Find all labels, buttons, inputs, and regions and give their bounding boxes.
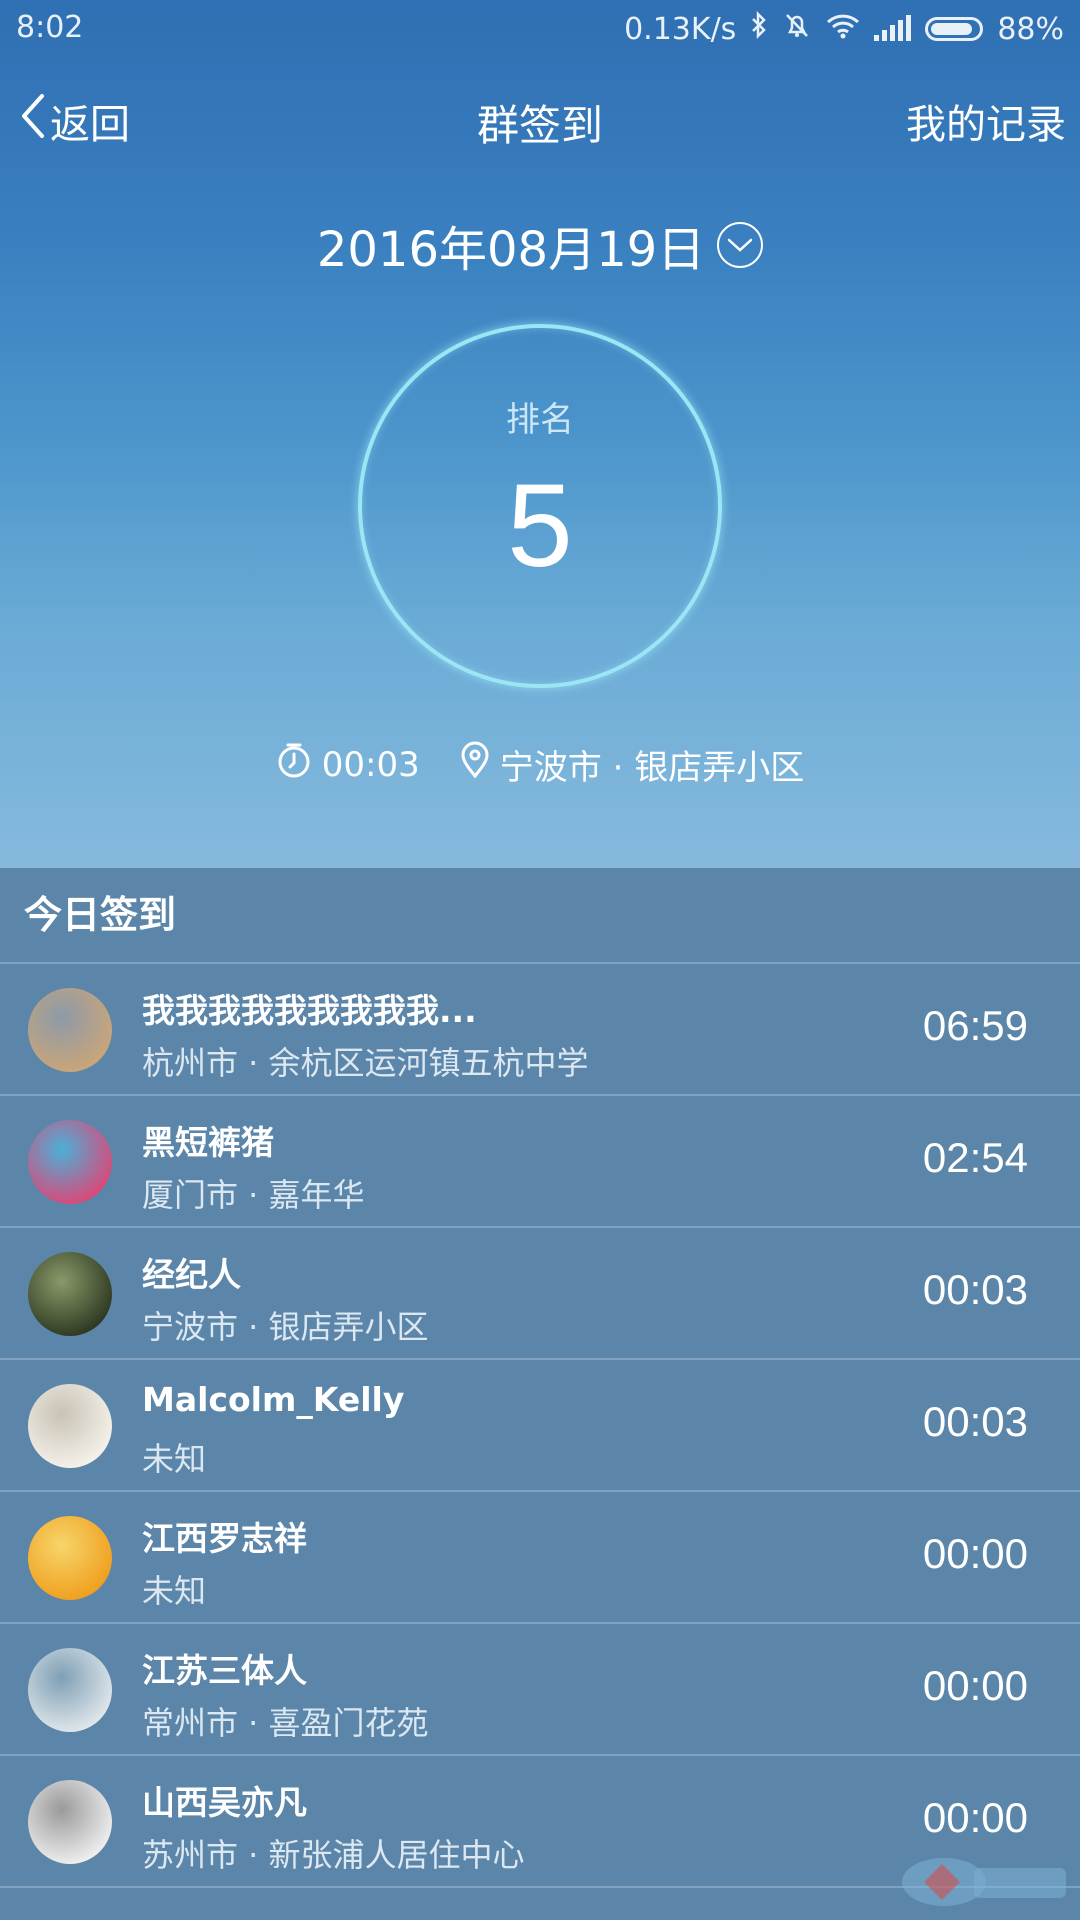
- checkin-time: 06:59: [922, 1002, 1028, 1049]
- list-item[interactable]: 我我我我我我我我我... 杭州市 · 余杭区运河镇五杭中学 06:59: [0, 964, 1080, 1096]
- rank-circle: 排名 5: [358, 324, 722, 688]
- user-name: 我我我我我我我我我...: [142, 991, 477, 1030]
- user-name: 山西吴亦凡: [142, 1783, 307, 1822]
- user-name: Malcolm_Kelly: [142, 1380, 405, 1419]
- user-name: 经纪人: [142, 1255, 241, 1294]
- list-header: 今日签到: [0, 868, 1080, 964]
- user-location: 宁波市 · 银店弄小区: [142, 1308, 429, 1346]
- wifi-icon: [826, 12, 860, 47]
- checkin-time: 00:03: [922, 1266, 1028, 1313]
- avatar[interactable]: [28, 988, 112, 1072]
- list-item[interactable]: 江苏三体人常州市 · 喜盈门花苑 00:00: [0, 1624, 1080, 1756]
- battery-icon: [925, 17, 984, 41]
- battery-percent: 88%: [997, 11, 1064, 47]
- battery-level-fill: [931, 23, 972, 35]
- user-name: 江西罗志祥: [142, 1519, 307, 1558]
- list-item[interactable]: Malcolm_Kelly 未知 00:03: [0, 1360, 1080, 1492]
- avatar[interactable]: [28, 1780, 112, 1864]
- avatar[interactable]: [28, 1516, 112, 1600]
- list-items: 我我我我我我我我我... 杭州市 · 余杭区运河镇五杭中学 06:59 黑短裤猪厦门市…: [0, 964, 1080, 1888]
- avatar[interactable]: [28, 1120, 112, 1204]
- bluetooth-icon: [750, 10, 768, 47]
- checkin-info: 00:03 宁波市 · 银店弄小区: [0, 740, 1080, 789]
- status-bar: 8:02 0.13K/s 88%: [0, 0, 1080, 56]
- checkin-time: 00:00: [922, 1530, 1028, 1577]
- list-item[interactable]: 经纪人宁波市 · 银店弄小区 00:03: [0, 1228, 1080, 1360]
- avatar[interactable]: [28, 1252, 112, 1336]
- rank-value: 5: [507, 460, 573, 592]
- user-location: 杭州市 · 余杭区运河镇五杭中学: [142, 1044, 589, 1082]
- my-records-button[interactable]: 我的记录: [906, 92, 1066, 150]
- watermark-logo: [902, 1858, 1066, 1906]
- user-location: 未知: [142, 1440, 207, 1478]
- rank-label: 排名: [506, 400, 574, 440]
- status-time: 8:02: [16, 10, 84, 45]
- checkin-time: 00:03: [922, 1398, 1028, 1445]
- avatar[interactable]: [28, 1648, 112, 1732]
- checkin-list: 今日签到 我我我我我我我我我... 杭州市 · 余杭区运河镇五杭中学 06:59 黑短…: [0, 868, 1080, 1920]
- checkin-time: 02:54: [922, 1134, 1028, 1181]
- location-pin-icon: [460, 741, 490, 788]
- checkin-time: 00:00: [922, 1794, 1028, 1841]
- checkin-time: 00:03: [321, 744, 420, 785]
- user-name: 江苏三体人: [142, 1651, 307, 1690]
- alarm-clock-icon: [276, 741, 312, 788]
- user-name: 黑短裤猪: [142, 1123, 274, 1162]
- list-item[interactable]: 黑短裤猪厦门市 · 嘉年华 02:54: [0, 1096, 1080, 1228]
- avatar[interactable]: [28, 1384, 112, 1468]
- date-selector[interactable]: 2016年08月19日: [0, 210, 1080, 280]
- status-icons: 0.13K/s 88%: [624, 10, 1064, 48]
- nav-bar: 返回 群签到 我的记录: [0, 80, 1080, 150]
- user-location: 苏州市 · 新张浦人居住中心: [142, 1836, 525, 1874]
- checkin-location: 宁波市 · 银店弄小区: [499, 748, 805, 788]
- screen: 8:02 0.13K/s 88% 返回 群签到 我的记录 2016年08月19日…: [0, 0, 1080, 1920]
- net-speed: 0.13K/s: [624, 11, 737, 47]
- user-location: 常州市 · 喜盈门花苑: [142, 1704, 429, 1742]
- user-location: 厦门市 · 嘉年华: [142, 1176, 365, 1214]
- user-location: 未知: [142, 1572, 207, 1610]
- chevron-down-icon: [717, 222, 764, 268]
- list-item[interactable]: 江西罗志祥未知 00:00: [0, 1492, 1080, 1624]
- date-value: 2016年08月19日: [316, 222, 706, 278]
- checkin-time: 00:00: [922, 1662, 1028, 1709]
- mute-icon: [782, 10, 812, 48]
- signal-icon: [874, 15, 912, 41]
